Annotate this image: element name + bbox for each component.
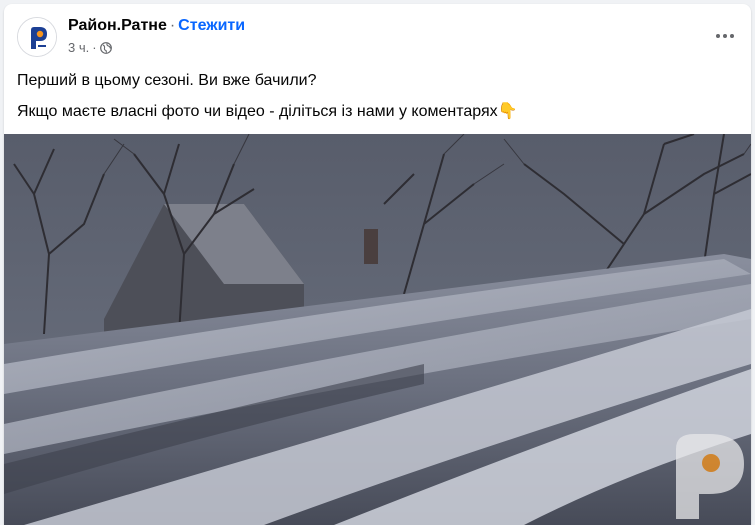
name-separator: ·	[169, 17, 176, 34]
feed-post: Район.Ратне · Стежити 3 ч. · Перший в цьом…	[4, 4, 751, 525]
post-timestamp[interactable]: 3 ч.	[68, 40, 89, 55]
follow-button[interactable]: Стежити	[178, 17, 245, 34]
post-text: Перший в цьому сезоні. Ви вже бачили? Як…	[17, 70, 735, 132]
post-meta: 3 ч. ·	[68, 40, 112, 55]
snow-covered-roof-photo	[4, 134, 751, 525]
post-text-line: Перший в цьому сезоні. Ви вже бачили?	[17, 72, 317, 89]
post-text-line: Якщо маєте власні фото чи відео - діліть…	[17, 103, 518, 120]
more-options-icon-dot	[730, 34, 734, 38]
post-header: Район.Ратне · Стежити 3 ч. ·	[4, 4, 751, 66]
page-name-link[interactable]: Район.Ратне	[68, 17, 167, 34]
post-author-line: Район.Ратне · Стежити	[68, 17, 245, 35]
globe-icon	[99, 41, 112, 54]
page-logo-icon	[18, 18, 56, 56]
page-avatar[interactable]	[17, 17, 57, 57]
more-options-icon	[716, 34, 720, 38]
meta-separator: ·	[92, 40, 97, 55]
more-options-button[interactable]	[713, 24, 737, 48]
post-photo[interactable]	[4, 134, 751, 525]
more-options-icon-dot	[723, 34, 727, 38]
